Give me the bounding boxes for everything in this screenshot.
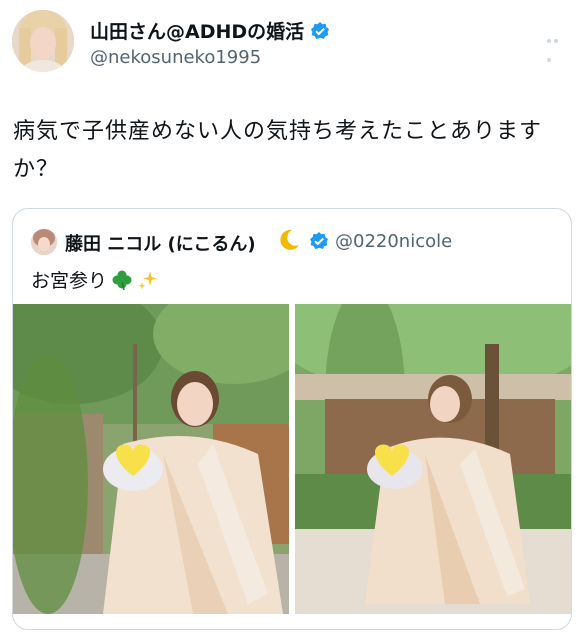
photo-right[interactable] bbox=[295, 304, 571, 614]
quoted-author-name[interactable]: 藤田 ニコル (にこるん) bbox=[65, 230, 256, 256]
author-handle[interactable]: @nekosuneko1995 bbox=[90, 47, 261, 68]
photo-left[interactable] bbox=[13, 304, 289, 614]
crescent-moon-icon bbox=[277, 228, 301, 252]
quoted-author-avatar[interactable] bbox=[31, 229, 57, 255]
verified-badge-icon bbox=[310, 21, 330, 41]
four-leaf-clover-icon bbox=[111, 269, 133, 291]
quoted-tweet-text: お宮参り bbox=[31, 270, 108, 292]
tweet-body: 病気で子供産めない人の気持ち考えたことありますか？ bbox=[13, 119, 543, 182]
quoted-tweet-body: お宮参り bbox=[31, 266, 159, 293]
sparkles-icon bbox=[137, 269, 159, 291]
more-options-icon[interactable] bbox=[547, 28, 567, 62]
verified-badge-icon bbox=[309, 231, 329, 251]
quoted-author-handle[interactable]: @0220nicole bbox=[335, 231, 452, 252]
author-avatar[interactable] bbox=[12, 10, 74, 72]
author-display-name: 山田さん@ADHDの婚活 bbox=[90, 21, 305, 43]
author-name[interactable]: 山田さん@ADHDの婚活 bbox=[90, 17, 330, 44]
tweet-header: 山田さん@ADHDの婚活 @nekosuneko1995 bbox=[0, 0, 583, 80]
quoted-tweet-card[interactable]: 藤田 ニコル (にこるん) @0220nicole お宮参り bbox=[12, 208, 572, 630]
